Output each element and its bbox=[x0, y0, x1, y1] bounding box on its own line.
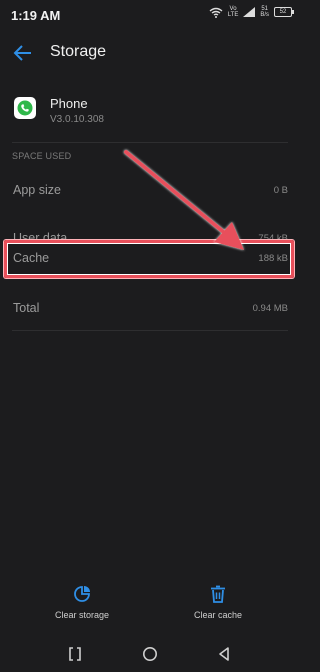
clear-storage-button[interactable]: Clear storage bbox=[27, 585, 137, 620]
divider bbox=[12, 142, 288, 143]
clear-storage-icon bbox=[74, 586, 90, 602]
page-title: Storage bbox=[50, 43, 107, 60]
back-icon[interactable] bbox=[217, 646, 231, 662]
home-icon[interactable] bbox=[142, 646, 158, 662]
app-info: Phone V3.0.10.308 bbox=[0, 92, 300, 132]
signal-icon bbox=[243, 7, 256, 17]
clear-storage-label: Clear storage bbox=[54, 610, 110, 620]
row-label: Total bbox=[13, 301, 40, 315]
navigation-bar bbox=[0, 640, 300, 672]
status-icons: Vo LTE 51 B/s 52 bbox=[209, 6, 294, 18]
app-name: Phone bbox=[50, 96, 88, 111]
clear-cache-button[interactable]: Clear cache bbox=[163, 585, 273, 620]
app-bar: Storage bbox=[0, 32, 300, 76]
app-version: V3.0.10.308 bbox=[50, 114, 104, 125]
network-speed: 51 B/s bbox=[260, 6, 269, 18]
row-label: App size bbox=[13, 183, 61, 197]
divider bbox=[12, 330, 288, 331]
clear-cache-label: Clear cache bbox=[193, 610, 243, 620]
network-type-indicator: Vo LTE bbox=[227, 6, 239, 18]
status-time: 1:19 AM bbox=[11, 8, 61, 23]
status-bar: 1:19 AM Vo LTE 51 B/s 52 bbox=[0, 0, 300, 32]
row-total: Total 0.94 MB bbox=[0, 294, 300, 324]
trash-icon bbox=[211, 585, 225, 603]
phone-app-icon bbox=[14, 97, 36, 119]
back-arrow-icon[interactable] bbox=[12, 42, 34, 64]
recent-apps-icon[interactable] bbox=[68, 646, 82, 662]
row-value: 0 B bbox=[273, 185, 288, 196]
row-value: 0.94 MB bbox=[252, 303, 288, 314]
wifi-icon bbox=[209, 7, 223, 18]
section-label: SPACE USED bbox=[12, 151, 72, 161]
bottom-actions: Clear storage Clear cache bbox=[0, 585, 300, 635]
annotation-arrow bbox=[124, 150, 244, 250]
battery-icon: 52 bbox=[274, 7, 294, 17]
